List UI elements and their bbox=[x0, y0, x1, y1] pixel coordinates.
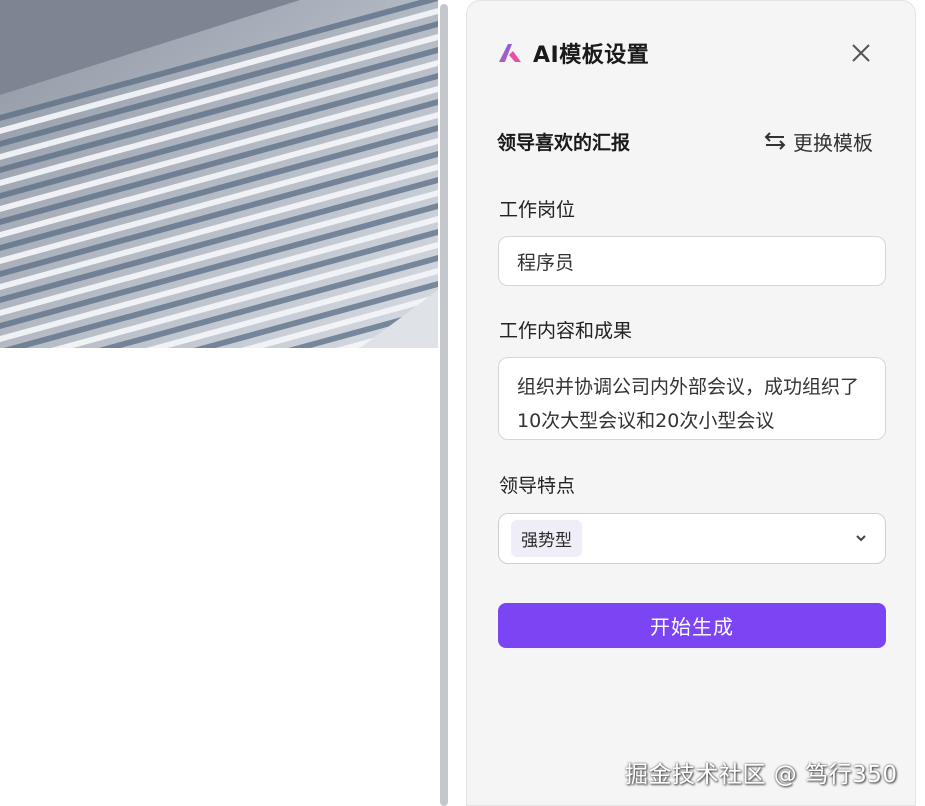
position-value: 程序员 bbox=[517, 251, 575, 274]
template-row: 领导喜欢的汇报 更换模板 bbox=[497, 123, 873, 159]
ai-template-panel: AI模板设置 领导喜欢的汇报 更换模板 工作岗位 程序员 工作内容和成果 组织并… bbox=[466, 0, 916, 806]
swap-arrows-icon bbox=[764, 132, 786, 150]
panel-title: AI模板设置 bbox=[533, 43, 650, 68]
gap bbox=[448, 0, 466, 806]
content-value: 组织并协调公司内外部会议，成功组织了10次大型会议和20次小型会议 bbox=[517, 376, 860, 432]
leader-selected-tag: 强势型 bbox=[511, 520, 582, 557]
background-photo bbox=[0, 0, 438, 348]
generate-button[interactable]: 开始生成 bbox=[498, 603, 886, 648]
template-name: 领导喜欢的汇报 bbox=[497, 131, 631, 154]
leader-label: 领导特点 bbox=[499, 475, 576, 497]
swap-template-button[interactable]: 更换模板 bbox=[763, 127, 873, 156]
position-label: 工作岗位 bbox=[499, 199, 576, 221]
watermark: 掘金技术社区 @ 笃行350 bbox=[625, 762, 898, 788]
scrollbar-divider[interactable] bbox=[440, 4, 448, 806]
ai-logo-icon bbox=[499, 44, 521, 62]
swap-template-label: 更换模板 bbox=[793, 130, 873, 155]
position-input[interactable]: 程序员 bbox=[498, 236, 886, 286]
content-label: 工作内容和成果 bbox=[499, 320, 633, 342]
close-button[interactable] bbox=[849, 41, 873, 65]
chevron-down-icon bbox=[856, 535, 866, 542]
leader-select[interactable]: 强势型 bbox=[498, 513, 886, 564]
content-textarea[interactable]: 组织并协调公司内外部会议，成功组织了10次大型会议和20次小型会议 bbox=[498, 357, 886, 440]
panel-header: AI模板设置 bbox=[497, 31, 885, 75]
close-icon bbox=[852, 44, 870, 62]
